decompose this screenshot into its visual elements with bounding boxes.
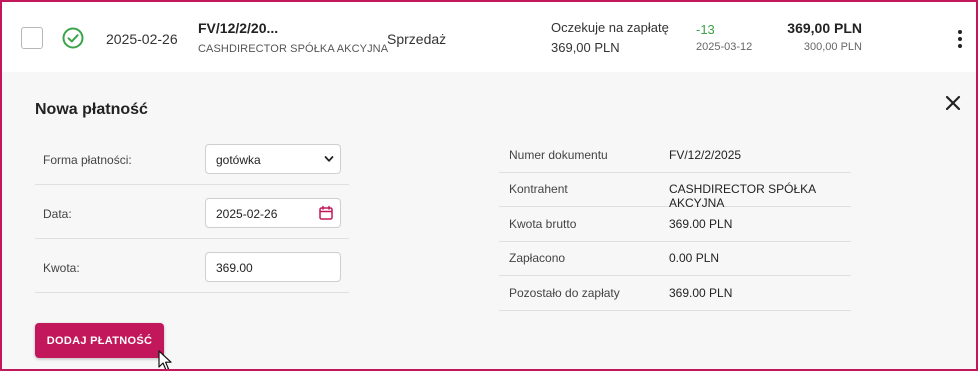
amount-row: Kwota: 369.00 [35, 246, 349, 293]
row-payment-status: Oczekuje na zapłatę [551, 20, 669, 35]
app-frame: 2025-02-26 FV/12/2/20... CASHDIRECTOR SP… [0, 0, 978, 371]
detail-row: Numer dokumentu FV/12/2/2025 [499, 138, 851, 173]
detail-value: 369.00 PLN [669, 217, 733, 231]
panel-title: Nowa płatność [35, 101, 148, 118]
detail-value: 369.00 PLN [669, 286, 733, 300]
mouse-cursor-icon [158, 350, 172, 369]
detail-row: Pozostało do zapłaty 369.00 PLN [499, 276, 851, 311]
payment-method-select[interactable]: gotówka [205, 144, 341, 174]
row-select-checkbox[interactable] [21, 27, 43, 49]
check-circle-icon [62, 27, 84, 49]
row-issue-date: 2025-02-26 [106, 31, 178, 47]
detail-label: Kontrahent [509, 182, 568, 196]
date-row: Data: 2025-02-26 [35, 192, 349, 239]
detail-value: FV/12/2/2025 [669, 148, 742, 162]
more-vertical-icon[interactable] [957, 30, 963, 50]
row-due-date: 2025-03-12 [696, 41, 753, 53]
close-icon[interactable] [945, 95, 961, 111]
chevron-down-icon [324, 156, 334, 162]
add-payment-button[interactable]: DODAJ PŁATNOŚĆ [35, 323, 164, 358]
payment-method-row: Forma płatności: gotówka [35, 138, 349, 185]
invoice-row[interactable]: 2025-02-26 FV/12/2/20... CASHDIRECTOR SP… [2, 2, 976, 73]
payment-method-value: gotówka [216, 153, 261, 167]
detail-value: CASHDIRECTOR SPÓŁKA AKCYJNA [669, 182, 816, 210]
detail-row: Zapłacono 0.00 PLN [499, 241, 851, 276]
calendar-icon[interactable] [318, 205, 334, 221]
row-days-to-due: -13 [696, 22, 715, 37]
date-value: 2025-02-26 [216, 207, 278, 221]
detail-label: Zapłacono [509, 251, 566, 265]
detail-row: Kwota brutto 369.00 PLN [499, 207, 851, 242]
detail-value: 0.00 PLN [669, 251, 720, 265]
date-input[interactable]: 2025-02-26 [205, 198, 341, 228]
row-client-name: CASHDIRECTOR SPÓŁKA AKCYJNA [198, 43, 389, 55]
row-document-number[interactable]: FV/12/2/20... [198, 20, 278, 36]
detail-row: Kontrahent CASHDIRECTOR SPÓŁKA AKCYJNA [499, 172, 851, 210]
payment-method-label: Forma płatności: [43, 153, 132, 167]
row-net-amount: 300,00 PLN [803, 41, 862, 53]
row-gross-amount: 369,00 PLN [787, 20, 862, 36]
row-outstanding-amount: 369,00 PLN [551, 40, 620, 55]
amount-input[interactable]: 369.00 [205, 252, 341, 282]
date-label: Data: [43, 207, 72, 221]
detail-label: Pozostało do zapłaty [509, 286, 620, 300]
row-document-type: Sprzedaż [387, 31, 447, 47]
amount-value: 369.00 [216, 261, 253, 275]
detail-label: Kwota brutto [509, 217, 577, 231]
detail-label: Numer dokumentu [509, 148, 608, 162]
new-payment-panel: Nowa płatność Forma płatności: gotówka D… [2, 72, 976, 369]
amount-label: Kwota: [43, 261, 80, 275]
